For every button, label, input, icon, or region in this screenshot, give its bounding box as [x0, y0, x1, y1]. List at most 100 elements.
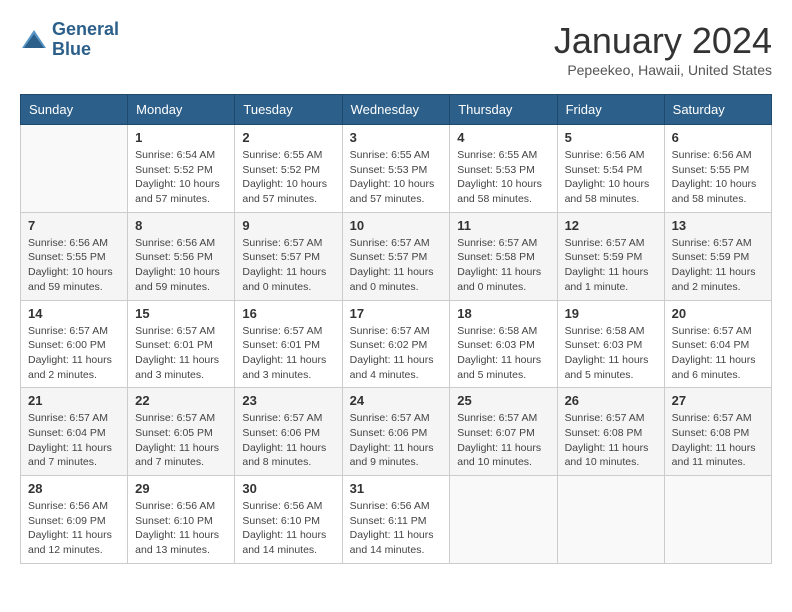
- cell-date-number: 2: [242, 130, 334, 145]
- cell-info: Sunrise: 6:57 AMSunset: 6:05 PMDaylight:…: [135, 411, 227, 470]
- calendar-cell: [21, 125, 128, 213]
- calendar-cell: 17Sunrise: 6:57 AMSunset: 6:02 PMDayligh…: [342, 300, 450, 388]
- cell-date-number: 29: [135, 481, 227, 496]
- cell-date-number: 1: [135, 130, 227, 145]
- cell-date-number: 15: [135, 306, 227, 321]
- cell-date-number: 31: [350, 481, 443, 496]
- cell-date-number: 25: [457, 393, 549, 408]
- calendar-table: SundayMondayTuesdayWednesdayThursdayFrid…: [20, 94, 772, 564]
- cell-date-number: 21: [28, 393, 120, 408]
- cell-date-number: 4: [457, 130, 549, 145]
- logo: General Blue: [20, 20, 119, 60]
- calendar-header-row: SundayMondayTuesdayWednesdayThursdayFrid…: [21, 95, 772, 125]
- cell-date-number: 30: [242, 481, 334, 496]
- cell-info: Sunrise: 6:57 AMSunset: 6:01 PMDaylight:…: [135, 324, 227, 383]
- cell-info: Sunrise: 6:57 AMSunset: 6:06 PMDaylight:…: [350, 411, 443, 470]
- calendar-cell: 1 Sunrise: 6:54 AMSunset: 5:52 PMDaylight…: [128, 125, 235, 213]
- cell-date-number: 7: [28, 218, 120, 233]
- calendar-cell: [450, 476, 557, 564]
- calendar-cell: 28Sunrise: 6:56 AMSunset: 6:09 PMDayligh…: [21, 476, 128, 564]
- cell-info: Sunrise: 6:57 AMSunset: 5:57 PMDaylight:…: [350, 236, 443, 295]
- calendar-day-header: Sunday: [21, 95, 128, 125]
- cell-date-number: 14: [28, 306, 120, 321]
- logo-text: General Blue: [52, 20, 119, 60]
- cell-info: Sunrise: 6:57 AMSunset: 5:59 PMDaylight:…: [672, 236, 764, 295]
- calendar-week-row: 1 Sunrise: 6:54 AMSunset: 5:52 PMDaylight…: [21, 125, 772, 213]
- cell-date-number: 13: [672, 218, 764, 233]
- cell-date-number: 17: [350, 306, 443, 321]
- calendar-cell: 31 Sunrise: 6:56 AMSunset: 6:11 PMDayligh…: [342, 476, 450, 564]
- title-section: January 2024 Pepeekeo, Hawaii, United St…: [554, 20, 772, 78]
- calendar-week-row: 7 Sunrise: 6:56 AMSunset: 5:55 PMDaylight…: [21, 212, 772, 300]
- calendar-cell: 27 Sunrise: 6:57 AMSunset: 6:08 PMDayligh…: [664, 388, 771, 476]
- cell-info: Sunrise: 6:54 AMSunset: 5:52 PMDaylight:…: [135, 148, 227, 207]
- calendar-cell: 21 Sunrise: 6:57 AMSunset: 6:04 PMDayligh…: [21, 388, 128, 476]
- cell-date-number: 8: [135, 218, 227, 233]
- cell-info: Sunrise: 6:57 AMSunset: 6:01 PMDaylight:…: [242, 324, 334, 383]
- cell-date-number: 22: [135, 393, 227, 408]
- calendar-cell: 7 Sunrise: 6:56 AMSunset: 5:55 PMDaylight…: [21, 212, 128, 300]
- cell-info: Sunrise: 6:56 AMSunset: 5:55 PMDaylight:…: [672, 148, 764, 207]
- calendar-cell: 29 Sunrise: 6:56 AMSunset: 6:10 PMDayligh…: [128, 476, 235, 564]
- calendar-cell: [664, 476, 771, 564]
- calendar-cell: [557, 476, 664, 564]
- calendar-cell: 2 Sunrise: 6:55 AMSunset: 5:52 PMDaylight…: [235, 125, 342, 213]
- cell-info: Sunrise: 6:57 AMSunset: 6:06 PMDaylight:…: [242, 411, 334, 470]
- calendar-cell: 22 Sunrise: 6:57 AMSunset: 6:05 PMDayligh…: [128, 388, 235, 476]
- cell-info: Sunrise: 6:57 AMSunset: 6:04 PMDaylight:…: [28, 411, 120, 470]
- cell-info: Sunrise: 6:56 AMSunset: 6:10 PMDaylight:…: [242, 499, 334, 558]
- cell-date-number: 23: [242, 393, 334, 408]
- calendar-cell: 4 Sunrise: 6:55 AMSunset: 5:53 PMDaylight…: [450, 125, 557, 213]
- page-header: General Blue January 2024 Pepeekeo, Hawa…: [20, 20, 772, 78]
- calendar-day-header: Thursday: [450, 95, 557, 125]
- calendar-week-row: 28Sunrise: 6:56 AMSunset: 6:09 PMDayligh…: [21, 476, 772, 564]
- cell-info: Sunrise: 6:58 AMSunset: 6:03 PMDaylight:…: [565, 324, 657, 383]
- cell-info: Sunrise: 6:57 AMSunset: 6:07 PMDaylight:…: [457, 411, 549, 470]
- cell-date-number: 9: [242, 218, 334, 233]
- cell-info: Sunrise: 6:57 AMSunset: 5:58 PMDaylight:…: [457, 236, 549, 295]
- cell-info: Sunrise: 6:55 AMSunset: 5:53 PMDaylight:…: [350, 148, 443, 207]
- calendar-cell: 19 Sunrise: 6:58 AMSunset: 6:03 PMDayligh…: [557, 300, 664, 388]
- calendar-cell: 6 Sunrise: 6:56 AMSunset: 5:55 PMDaylight…: [664, 125, 771, 213]
- cell-info: Sunrise: 6:57 AMSunset: 6:08 PMDaylight:…: [565, 411, 657, 470]
- cell-date-number: 5: [565, 130, 657, 145]
- calendar-week-row: 21 Sunrise: 6:57 AMSunset: 6:04 PMDayligh…: [21, 388, 772, 476]
- cell-info: Sunrise: 6:55 AMSunset: 5:53 PMDaylight:…: [457, 148, 549, 207]
- calendar-day-header: Tuesday: [235, 95, 342, 125]
- calendar-cell: 26 Sunrise: 6:57 AMSunset: 6:08 PMDayligh…: [557, 388, 664, 476]
- calendar-title: January 2024: [554, 20, 772, 62]
- calendar-cell: 14Sunrise: 6:57 AMSunset: 6:00 PMDayligh…: [21, 300, 128, 388]
- calendar-cell: 3Sunrise: 6:55 AMSunset: 5:53 PMDaylight…: [342, 125, 450, 213]
- cell-date-number: 24: [350, 393, 443, 408]
- cell-date-number: 10: [350, 218, 443, 233]
- cell-date-number: 11: [457, 218, 549, 233]
- cell-info: Sunrise: 6:56 AMSunset: 6:10 PMDaylight:…: [135, 499, 227, 558]
- cell-info: Sunrise: 6:57 AMSunset: 6:08 PMDaylight:…: [672, 411, 764, 470]
- calendar-cell: 25 Sunrise: 6:57 AMSunset: 6:07 PMDayligh…: [450, 388, 557, 476]
- cell-info: Sunrise: 6:56 AMSunset: 5:56 PMDaylight:…: [135, 236, 227, 295]
- calendar-day-header: Friday: [557, 95, 664, 125]
- calendar-cell: 11 Sunrise: 6:57 AMSunset: 5:58 PMDayligh…: [450, 212, 557, 300]
- cell-date-number: 12: [565, 218, 657, 233]
- cell-info: Sunrise: 6:56 AMSunset: 6:09 PMDaylight:…: [28, 499, 120, 558]
- cell-info: Sunrise: 6:55 AMSunset: 5:52 PMDaylight:…: [242, 148, 334, 207]
- cell-info: Sunrise: 6:56 AMSunset: 6:11 PMDaylight:…: [350, 499, 443, 558]
- calendar-cell: 12Sunrise: 6:57 AMSunset: 5:59 PMDayligh…: [557, 212, 664, 300]
- calendar-cell: 13 Sunrise: 6:57 AMSunset: 5:59 PMDayligh…: [664, 212, 771, 300]
- calendar-day-header: Wednesday: [342, 95, 450, 125]
- calendar-cell: 5Sunrise: 6:56 AMSunset: 5:54 PMDaylight…: [557, 125, 664, 213]
- cell-date-number: 6: [672, 130, 764, 145]
- calendar-cell: 23 Sunrise: 6:57 AMSunset: 6:06 PMDayligh…: [235, 388, 342, 476]
- cell-date-number: 27: [672, 393, 764, 408]
- calendar-day-header: Monday: [128, 95, 235, 125]
- calendar-cell: 8 Sunrise: 6:56 AMSunset: 5:56 PMDaylight…: [128, 212, 235, 300]
- calendar-cell: 9Sunrise: 6:57 AMSunset: 5:57 PMDaylight…: [235, 212, 342, 300]
- cell-date-number: 16: [242, 306, 334, 321]
- calendar-cell: 15 Sunrise: 6:57 AMSunset: 6:01 PMDayligh…: [128, 300, 235, 388]
- cell-date-number: 19: [565, 306, 657, 321]
- cell-date-number: 26: [565, 393, 657, 408]
- calendar-day-header: Saturday: [664, 95, 771, 125]
- cell-date-number: 20: [672, 306, 764, 321]
- cell-info: Sunrise: 6:56 AMSunset: 5:55 PMDaylight:…: [28, 236, 120, 295]
- calendar-cell: 10 Sunrise: 6:57 AMSunset: 5:57 PMDayligh…: [342, 212, 450, 300]
